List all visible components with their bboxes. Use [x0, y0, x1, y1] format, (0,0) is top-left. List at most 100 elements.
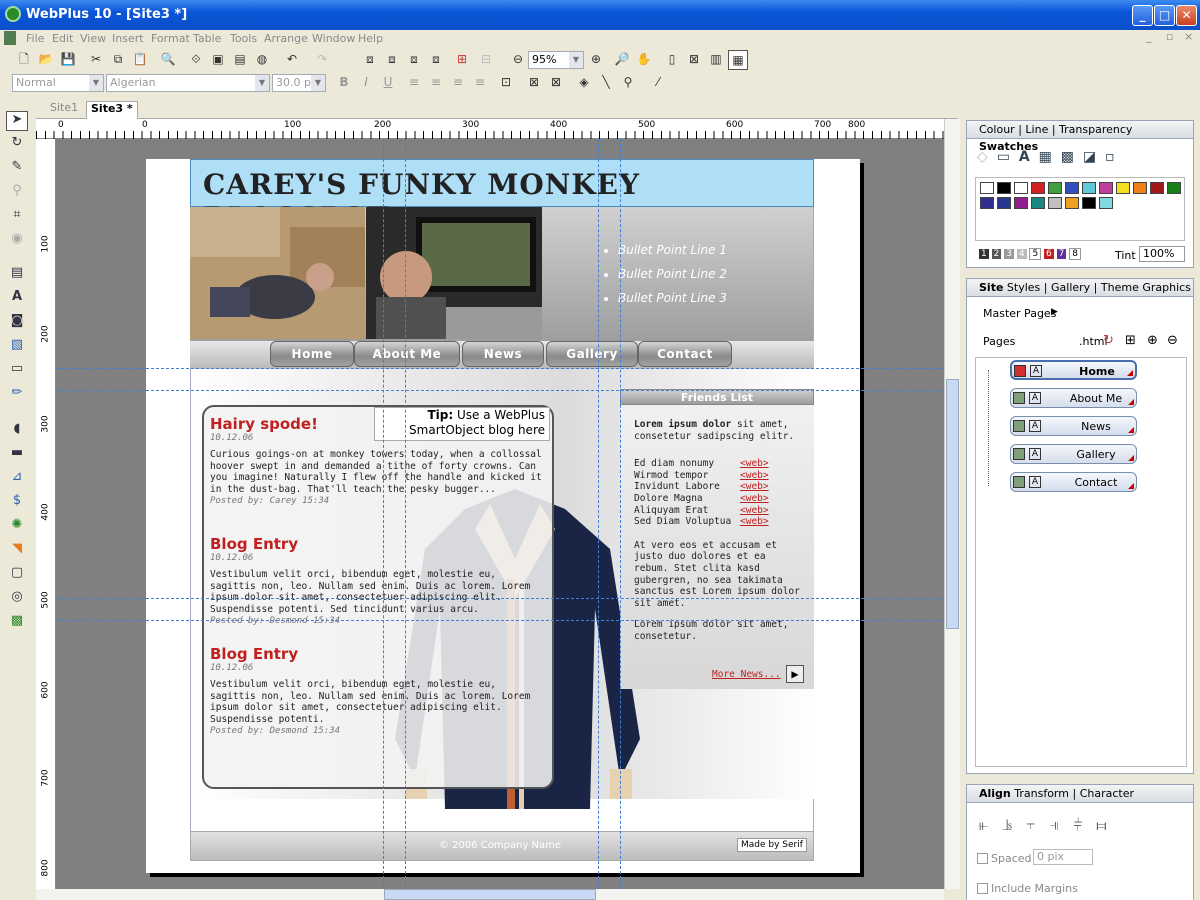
align-center-vertical-icon[interactable]: ⫩: [1073, 815, 1096, 834]
guide-line[interactable]: [56, 598, 944, 599]
blog-panel[interactable]: Hairy spode! 10.12.06 Curious goings-on …: [202, 405, 554, 789]
fill-icon[interactable]: ◈: [574, 73, 594, 93]
palette-icon[interactable]: ▦: [1039, 149, 1052, 165]
swatch-color[interactable]: [1150, 182, 1164, 194]
tab-site3[interactable]: Site3 *: [86, 101, 138, 119]
friend-link[interactable]: <web>: [740, 481, 769, 492]
node-tool-icon[interactable]: ✎: [6, 159, 28, 179]
swatch-color[interactable]: [1048, 197, 1062, 209]
line-icon[interactable]: ╲: [596, 73, 616, 93]
tip-box[interactable]: Tip: Use a WebPlus SmartObject blog here: [374, 407, 550, 441]
html-tool-icon[interactable]: ◙: [6, 313, 28, 333]
form-tool-icon[interactable]: ▢: [6, 565, 28, 585]
align-left-icon[interactable]: ⫦: [979, 815, 1002, 834]
shape-tool-icon[interactable]: ▭: [6, 361, 28, 381]
tab-colour[interactable]: Colour: [979, 123, 1015, 136]
paste-icon[interactable]: 📋: [130, 50, 150, 70]
ungroup-icon[interactable]: ⊟: [476, 50, 496, 70]
justify-icon[interactable]: ≡: [470, 73, 490, 93]
refresh-icon[interactable]: ↻: [1103, 333, 1114, 348]
swatch-options-icon[interactable]: ▫: [1105, 149, 1115, 165]
gradient-tool-icon[interactable]: ◉: [6, 231, 28, 251]
actual-size-icon[interactable]: ▥: [706, 50, 726, 70]
vertical-scrollbar[interactable]: [944, 119, 960, 889]
mdi-restore-icon[interactable]: ▫: [1166, 30, 1173, 43]
align-right-icon[interactable]: ≡: [448, 73, 468, 93]
hand-tool-icon[interactable]: ✋: [634, 50, 654, 70]
menu-window[interactable]: Window: [312, 32, 355, 45]
chevron-right-icon[interactable]: ▶: [1051, 307, 1058, 317]
zoom-select[interactable]: 95% ▼: [528, 51, 584, 69]
zoom-tool-icon[interactable]: 🔎: [612, 50, 632, 70]
swatch-color[interactable]: [1031, 182, 1045, 194]
scheme-number[interactable]: 6: [1044, 249, 1054, 259]
pencil-tool-icon[interactable]: ✏: [6, 385, 28, 405]
rotate-tool-icon[interactable]: ↻: [6, 135, 28, 155]
gradient-icon[interactable]: ◪: [1083, 149, 1096, 165]
new-icon[interactable]: 🗋: [14, 50, 34, 70]
post-title[interactable]: Blog Entry: [210, 535, 546, 553]
arrange-forward-icon[interactable]: ⧈: [382, 50, 402, 70]
ecommerce-tool-icon[interactable]: $: [6, 493, 28, 513]
text-colour-icon[interactable]: A: [1019, 149, 1030, 165]
close-button[interactable]: ✕: [1176, 5, 1197, 26]
maximize-button[interactable]: □: [1154, 5, 1175, 26]
nav-home-button[interactable]: Home: [270, 341, 354, 367]
group-icon[interactable]: ⊞: [452, 50, 472, 70]
font-select[interactable]: Algerian ▼: [106, 74, 270, 92]
open-icon[interactable]: 📂: [36, 50, 56, 70]
menu-table[interactable]: Table: [193, 32, 221, 45]
align-top-icon[interactable]: ⫟: [1026, 815, 1049, 834]
undo-icon[interactable]: ↶: [282, 50, 302, 70]
tint-input[interactable]: 100%: [1139, 246, 1185, 262]
friend-link[interactable]: <web>: [740, 493, 769, 504]
horizontal-scrollbar[interactable]: [36, 889, 944, 900]
tab-site1[interactable]: Site1: [50, 101, 78, 114]
more-news-link[interactable]: More News...: [712, 669, 781, 680]
page-view-icon[interactable]: ▦: [728, 50, 748, 70]
scheme-number[interactable]: 4: [1016, 249, 1027, 259]
font-size-select[interactable]: 30.0 pt ▼: [272, 74, 326, 92]
cut-icon[interactable]: ✂: [86, 50, 106, 70]
scheme-number[interactable]: 8: [1069, 248, 1081, 260]
swatch-color[interactable]: [1099, 182, 1113, 194]
swatch-color[interactable]: [997, 197, 1011, 209]
tab-align[interactable]: Align: [979, 787, 1011, 800]
sound-tool-icon[interactable]: ◖: [6, 421, 28, 441]
swatch-color[interactable]: [1082, 182, 1096, 194]
crop-tool-icon[interactable]: ⌗: [6, 207, 28, 227]
text-frame-tool-icon[interactable]: ▤: [6, 265, 28, 285]
photo-gamer[interactable]: [366, 207, 542, 339]
include-margins-checkbox[interactable]: [977, 883, 988, 894]
swatch-color[interactable]: [980, 182, 994, 194]
full-page-icon[interactable]: ⊠: [684, 50, 704, 70]
publish-icon[interactable]: ⟐: [186, 50, 206, 70]
swatch-color[interactable]: [1014, 197, 1028, 209]
friends-list[interactable]: Friends List Lorem ipsum dolor sit amet,…: [620, 389, 814, 689]
hotspot-tool-icon[interactable]: ⊿: [6, 469, 28, 489]
friend-link[interactable]: <web>: [740, 516, 769, 527]
swatch-color[interactable]: [1031, 197, 1045, 209]
menu-file[interactable]: File: [26, 32, 44, 45]
media-tool-icon[interactable]: ▬: [6, 445, 28, 465]
page-item-contact[interactable]: A Contact: [1010, 472, 1137, 492]
arrange-back-icon[interactable]: ⧈: [404, 50, 424, 70]
web-icon[interactable]: ◍: [252, 50, 272, 70]
effects-icon[interactable]: ⁄: [648, 73, 668, 93]
guide-line[interactable]: [56, 368, 944, 369]
zoom-in-icon[interactable]: ⊕: [586, 50, 606, 70]
guide-line[interactable]: [620, 139, 621, 889]
menu-view[interactable]: View: [80, 32, 106, 45]
friend-link[interactable]: <web>: [740, 470, 769, 481]
arrange-backward-icon[interactable]: ⧈: [426, 50, 446, 70]
swatch-color[interactable]: [1133, 182, 1147, 194]
pointer-tool-icon[interactable]: ➤: [6, 111, 28, 131]
mdi-close-icon[interactable]: ×: [1184, 30, 1193, 43]
horizontal-ruler[interactable]: 0 0 100 200 300 400 500 600 700 800: [36, 119, 944, 139]
friend-link[interactable]: <web>: [740, 458, 769, 469]
menu-help[interactable]: Help: [358, 32, 383, 45]
swatch-color[interactable]: [997, 182, 1011, 194]
save-icon[interactable]: 💾: [58, 50, 78, 70]
swatch-color[interactable]: [1048, 182, 1062, 194]
tab-gallery[interactable]: Gallery: [1051, 281, 1090, 294]
